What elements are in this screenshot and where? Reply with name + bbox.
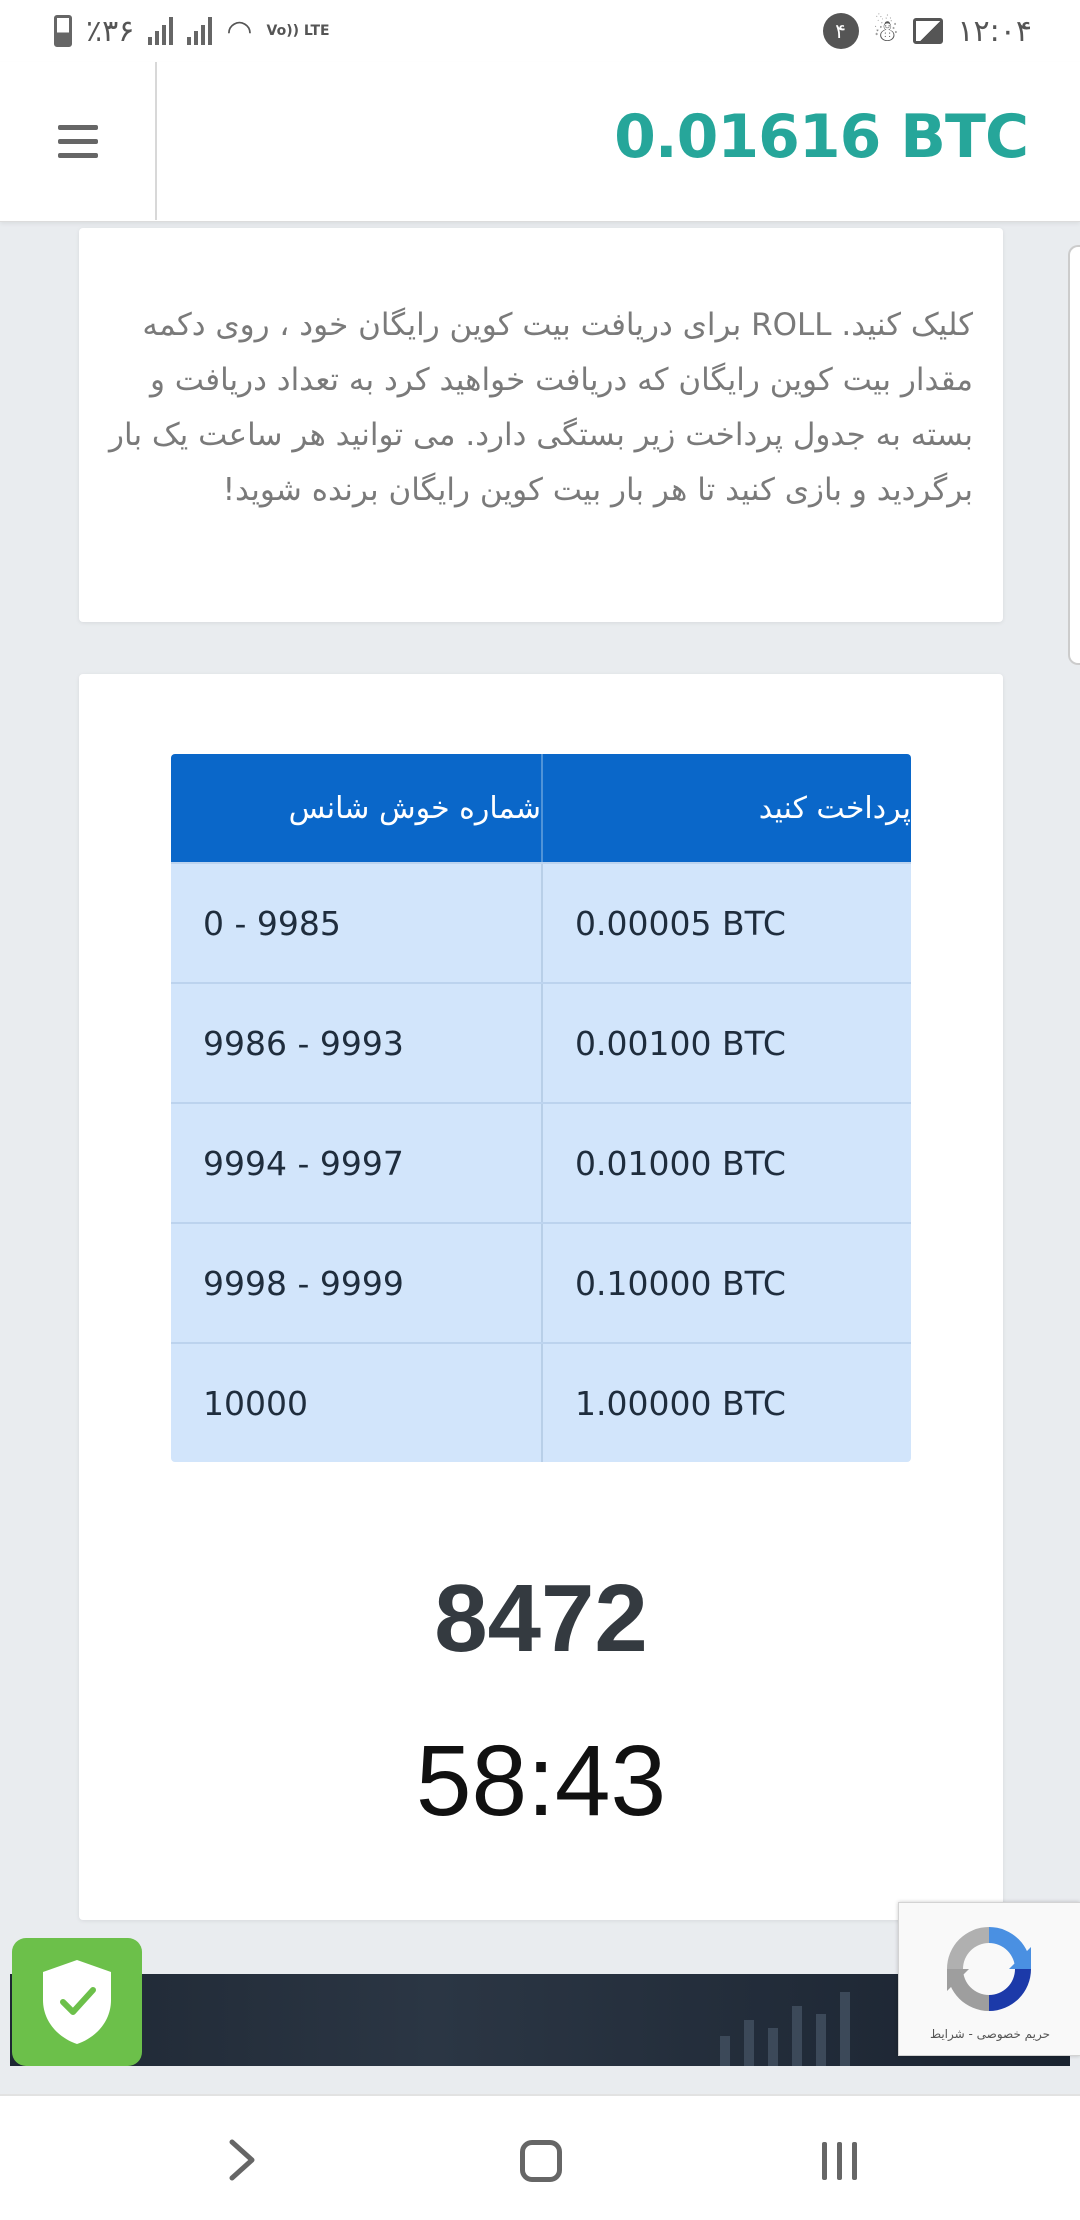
payout-cell: 0.10000 BTC (541, 1224, 911, 1342)
signal-icon-2 (187, 17, 213, 45)
volte-indicator: Vo)) LTE (266, 23, 330, 39)
payout-table: شماره خوش شانس پرداخت کنید 0 - 9985 0.00… (171, 754, 911, 1462)
banner-graphic (720, 1992, 850, 2066)
image-icon (913, 18, 944, 44)
battery-percent: ٪۳۶ (86, 13, 135, 49)
payout-cell: 1.00000 BTC (541, 1344, 911, 1462)
status-right: ۴ ☃ ۱۲:۰۴ (822, 13, 1032, 49)
hamburger-line-icon (57, 138, 98, 144)
info-text: کلیک کنید. ROLL برای دریافت بیت کوین رای… (109, 307, 973, 508)
payout-cell: 0.00100 BTC (541, 984, 911, 1102)
table-row: 9998 - 9999 0.10000 BTC (171, 1222, 911, 1342)
recent-apps-icon[interactable] (822, 2142, 857, 2180)
home-button-icon[interactable] (520, 2140, 562, 2182)
range-cell: 0 - 9985 (203, 903, 341, 943)
recaptcha-links[interactable]: حریم خصوصی - شرایط (899, 2027, 1080, 2041)
main-card: شماره خوش شانس پرداخت کنید 0 - 9985 0.00… (79, 674, 1003, 1920)
btc-balance: 0.01616 BTC (614, 102, 1029, 172)
recaptcha-badge[interactable]: حریم خصوصی - شرایط (898, 1902, 1080, 2056)
wifi-icon: ◠ (226, 13, 253, 49)
table-row: 9994 - 9997 0.01000 BTC (171, 1102, 911, 1222)
range-cell: 10000 (203, 1383, 308, 1423)
range-cell: 9998 - 9999 (203, 1263, 404, 1303)
header-payout: پرداخت کنید (541, 754, 911, 862)
status-bar: ٪۳۶ ◠ Vo)) LTE ۴ ☃ ۱۲:۰۴ (0, 0, 1080, 62)
info-card: کلیک کنید. ROLL برای دریافت بیت کوین رای… (79, 228, 1003, 622)
side-drawer-tab[interactable] (1068, 245, 1080, 665)
hamburger-line-icon (57, 124, 98, 130)
status-left: ٪۳۶ ◠ Vo)) LTE (54, 14, 330, 49)
hamburger-menu-button[interactable] (0, 62, 157, 220)
signal-icon (148, 17, 174, 45)
table-header-row: شماره خوش شانس پرداخت کنید (171, 754, 911, 862)
payout-cell: 0.01000 BTC (541, 1104, 911, 1222)
app-header: 0.01616 BTC (0, 62, 1080, 222)
table-row: 9986 - 9993 0.00100 BTC (171, 982, 911, 1102)
accessibility-icon: ☃ (872, 13, 900, 49)
shield-check-icon (43, 1960, 111, 2044)
header-lucky-number: شماره خوش شانس (288, 790, 541, 826)
payout-cell: 0.00005 BTC (541, 864, 911, 982)
range-cell: 9986 - 9993 (203, 1023, 404, 1063)
rolled-number: 8472 (434, 1565, 648, 1672)
recaptcha-icon (947, 1927, 1031, 2011)
table-row: 10000 1.00000 BTC (171, 1342, 911, 1462)
table-row: 0 - 9985 0.00005 BTC (171, 862, 911, 982)
security-shield-badge[interactable] (12, 1938, 142, 2066)
range-cell: 9994 - 9997 (203, 1143, 404, 1183)
battery-icon (54, 15, 72, 47)
status-time: ۱۲:۰۴ (957, 13, 1032, 49)
system-nav-bar (0, 2094, 1080, 2220)
hamburger-line-icon (57, 152, 98, 158)
notification-count-badge: ۴ (822, 13, 859, 49)
back-chevron-icon[interactable] (222, 2138, 262, 2182)
countdown-timer: 58:43 (415, 1725, 667, 1837)
